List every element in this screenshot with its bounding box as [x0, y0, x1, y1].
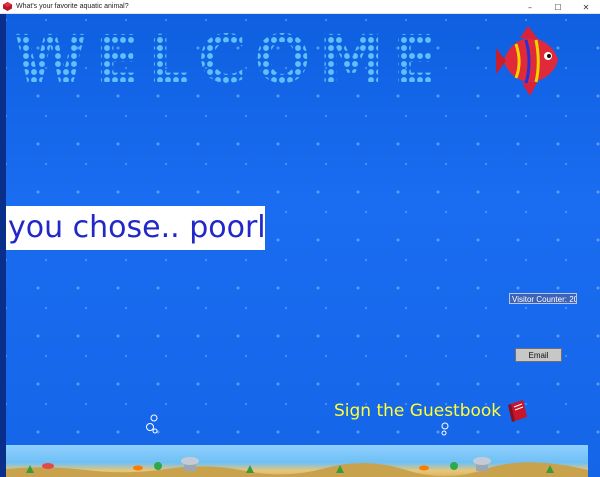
page-content: W E L C O M E you chose.. poorly Visitor… [0, 14, 600, 477]
welcome-letter: C [197, 21, 251, 98]
window-title: What's your favorite aquatic animal? [16, 3, 129, 10]
diver-icon [146, 414, 158, 434]
bubble-icon [441, 422, 449, 436]
welcome-letter: M [318, 21, 389, 98]
aquarium-scene [6, 457, 588, 477]
book-icon [508, 400, 528, 422]
welcome-banner: W E L C O M E [14, 20, 441, 100]
minimize-button[interactable]: – [516, 0, 544, 14]
aquarium-floor [6, 445, 588, 477]
visitor-counter: Visitor Counter: 20 [509, 293, 577, 304]
maximize-button[interactable]: ☐ [544, 0, 572, 14]
app-icon [3, 2, 12, 11]
welcome-letter: W [14, 21, 91, 98]
welcome-letter: L [147, 21, 194, 98]
guestbook-link[interactable]: Sign the Guestbook [334, 398, 529, 424]
email-button[interactable]: Email [515, 348, 562, 362]
welcome-letter: O [254, 21, 315, 98]
window-controls: – ☐ ✕ [516, 0, 600, 14]
welcome-letter: E [392, 21, 442, 98]
result-message: you chose.. poorly [6, 206, 265, 250]
welcome-letter: E [94, 21, 144, 98]
title-bar: What's your favorite aquatic animal? – ☐… [0, 0, 600, 14]
fish-image [496, 26, 558, 96]
close-button[interactable]: ✕ [572, 0, 600, 14]
guestbook-label: Sign the Guestbook [334, 401, 502, 421]
